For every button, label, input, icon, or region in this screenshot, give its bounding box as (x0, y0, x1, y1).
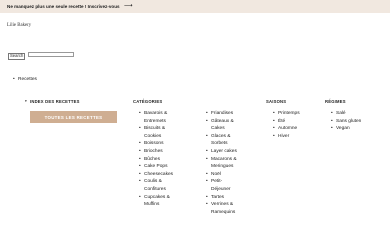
season-item[interactable]: Printemps (273, 110, 300, 118)
seasons-list: Printemps Été Automne Hiver (273, 110, 300, 140)
diet-item[interactable]: Sans gluten (331, 118, 361, 126)
seasons-heading: SAISONS (266, 99, 287, 104)
category-item[interactable]: Verrines & Ramequins (206, 201, 241, 216)
banner-text[interactable]: Ne manquez plus une seule recette ! Insc… (7, 4, 120, 9)
all-recipes-button[interactable]: TOUTES LES RECETTES (30, 111, 117, 123)
category-item[interactable]: Cake Pops (139, 163, 174, 171)
diets-list: Salé Sans gluten Vegan (331, 110, 361, 133)
category-item[interactable]: Boissons (139, 140, 174, 148)
category-item[interactable]: Biscuits & Cookies (139, 125, 174, 140)
season-item[interactable]: Hiver (273, 133, 300, 141)
category-item[interactable]: Glaces & Sorbets (206, 133, 241, 148)
search-button[interactable]: Search (8, 53, 26, 60)
category-item[interactable]: Noël (206, 171, 241, 179)
category-item[interactable]: Friandises (206, 110, 241, 118)
diet-item[interactable]: Salé (331, 110, 361, 118)
season-item[interactable]: Automne (273, 125, 300, 133)
category-item[interactable]: Brioches (139, 148, 174, 156)
diet-item[interactable]: Vegan (331, 125, 361, 133)
category-item[interactable]: Cheesecakes (139, 171, 174, 179)
category-item[interactable]: Layer cakes (206, 148, 241, 156)
search-input[interactable] (28, 52, 74, 57)
category-item[interactable]: Tartes (206, 194, 241, 202)
categories-heading: CATÉGORIES (133, 99, 163, 104)
category-item[interactable]: Gâteaux & Cakes (206, 118, 241, 133)
diets-heading: RÉGIMES (325, 99, 346, 104)
category-item[interactable]: Macarons & Meringues (206, 156, 241, 171)
site-logo[interactable]: Lilie Bakery (7, 23, 31, 28)
season-item[interactable]: Été (273, 118, 300, 126)
category-item[interactable]: Cupcakes & Muffins (139, 194, 174, 209)
categories-list-2: Friandises Gâteaux & Cakes Glaces & Sorb… (206, 110, 241, 216)
category-item[interactable]: Bûches (139, 156, 174, 164)
category-item[interactable]: Bavarois & Entremets (139, 110, 174, 125)
breadcrumb-item-recettes[interactable]: Recettes (18, 77, 37, 82)
announcement-banner[interactable]: Ne manquez plus une seule recette ! Insc… (0, 0, 390, 13)
chevron-down-icon[interactable]: ▾ (25, 99, 27, 103)
breadcrumb-bullet: • (13, 77, 15, 82)
arrow-right-icon[interactable]: ⟶ (124, 3, 133, 9)
categories-list-1: Bavarois & Entremets Biscuits & Cookies … (139, 110, 174, 209)
category-item[interactable]: Coulis & Confitures (139, 178, 174, 193)
category-item[interactable]: Petit-Déjeuner (206, 178, 241, 193)
recipe-index-title[interactable]: INDEX DES RECETTES (30, 99, 80, 104)
